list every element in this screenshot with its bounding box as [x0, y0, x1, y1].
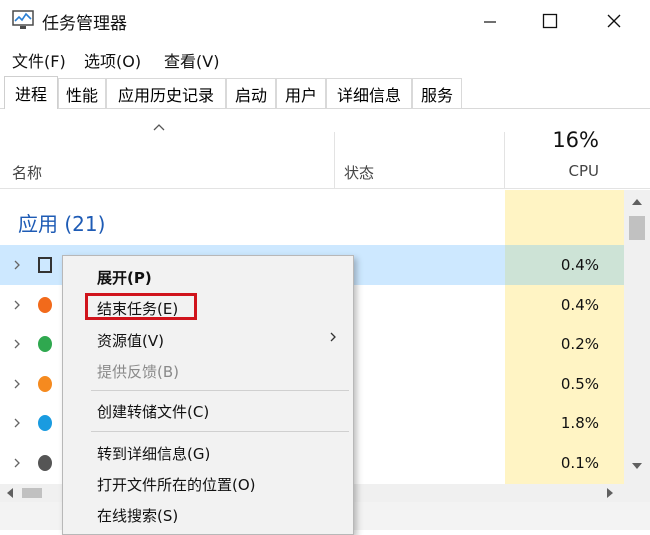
- app-icon: [38, 257, 52, 273]
- app-icon: [38, 336, 52, 353]
- maximize-button[interactable]: [522, 0, 578, 42]
- column-status[interactable]: 状态: [344, 162, 374, 183]
- maximize-icon: [542, 13, 558, 29]
- expand-chevron-icon[interactable]: [13, 259, 21, 271]
- menu-file[interactable]: 文件(F): [12, 48, 66, 72]
- app-icon: [38, 415, 52, 432]
- ctx-end-task[interactable]: 结束任务(E): [97, 298, 178, 319]
- cpu-value: 1.8%: [560, 414, 599, 433]
- ctx-open-file-location[interactable]: 打开文件所在的位置(O): [97, 474, 256, 495]
- tab-services[interactable]: 服务: [412, 78, 462, 108]
- app-icon: [38, 455, 52, 471]
- column-divider[interactable]: [334, 132, 335, 189]
- menu-separator: [91, 390, 349, 391]
- submenu-arrow-icon: [330, 332, 336, 342]
- cpu-total-percent: 16%: [552, 128, 599, 152]
- ctx-create-dump[interactable]: 创建转储文件(C): [97, 401, 209, 422]
- scroll-down-icon[interactable]: [630, 460, 644, 472]
- tab-startup[interactable]: 启动: [226, 78, 276, 108]
- tab-strip: 进程 性能 应用历史记录 启动 用户 详细信息 服务: [0, 76, 650, 109]
- horizontal-scroll-thumb[interactable]: [22, 488, 42, 498]
- expand-chevron-icon[interactable]: [13, 299, 21, 311]
- sort-ascending-icon[interactable]: [152, 122, 166, 132]
- expand-chevron-icon[interactable]: [13, 338, 21, 350]
- expand-chevron-icon[interactable]: [13, 378, 21, 390]
- vertical-scroll-thumb[interactable]: [629, 216, 645, 240]
- app-icon: [38, 296, 52, 313]
- tab-app-history[interactable]: 应用历史记录: [106, 78, 226, 108]
- close-button[interactable]: [586, 0, 642, 42]
- column-name[interactable]: 名称: [12, 162, 42, 183]
- ctx-resource-values[interactable]: 资源值(V): [97, 330, 164, 351]
- menu-view[interactable]: 查看(V): [164, 48, 219, 72]
- menu-bar: 文件(F) 选项(O) 查看(V): [0, 44, 650, 72]
- menu-separator: [91, 431, 349, 432]
- cpu-value: 0.1%: [560, 454, 599, 472]
- minimize-button[interactable]: [462, 0, 518, 42]
- cpu-value: 0.2%: [560, 335, 599, 354]
- tab-processes[interactable]: 进程: [4, 76, 58, 109]
- scroll-right-icon[interactable]: [604, 486, 616, 500]
- ctx-expand[interactable]: 展开(P): [97, 267, 152, 288]
- scroll-up-icon[interactable]: [630, 196, 644, 208]
- cpu-value: 0.5%: [560, 374, 599, 393]
- minimize-icon: [484, 21, 496, 23]
- scroll-left-icon[interactable]: [4, 486, 16, 500]
- ctx-search-online[interactable]: 在线搜索(S): [97, 505, 178, 526]
- cpu-value: 0.4%: [505, 245, 624, 285]
- menu-options[interactable]: 选项(O): [84, 48, 141, 72]
- column-cpu[interactable]: CPU: [505, 162, 600, 180]
- window-title: 任务管理器: [42, 14, 127, 34]
- tab-performance[interactable]: 性能: [58, 78, 106, 108]
- cpu-value: 0.4%: [560, 295, 599, 314]
- app-icon: [38, 375, 52, 392]
- ctx-go-to-details[interactable]: 转到详细信息(G): [97, 443, 210, 464]
- tab-users[interactable]: 用户: [276, 78, 326, 108]
- title-bar: 任务管理器: [0, 0, 650, 42]
- context-menu: 展开(P) 结束任务(E) 资源值(V) 提供反馈(B) 创建转储文件(C) 转…: [62, 255, 354, 535]
- ctx-provide-feedback: 提供反馈(B): [97, 363, 179, 381]
- close-icon: [607, 14, 621, 28]
- task-manager-icon: [12, 10, 34, 29]
- group-title-apps: 应用 (21): [18, 212, 106, 236]
- expand-chevron-icon[interactable]: [13, 417, 21, 429]
- expand-chevron-icon[interactable]: [13, 457, 21, 469]
- tab-details[interactable]: 详细信息: [326, 78, 412, 108]
